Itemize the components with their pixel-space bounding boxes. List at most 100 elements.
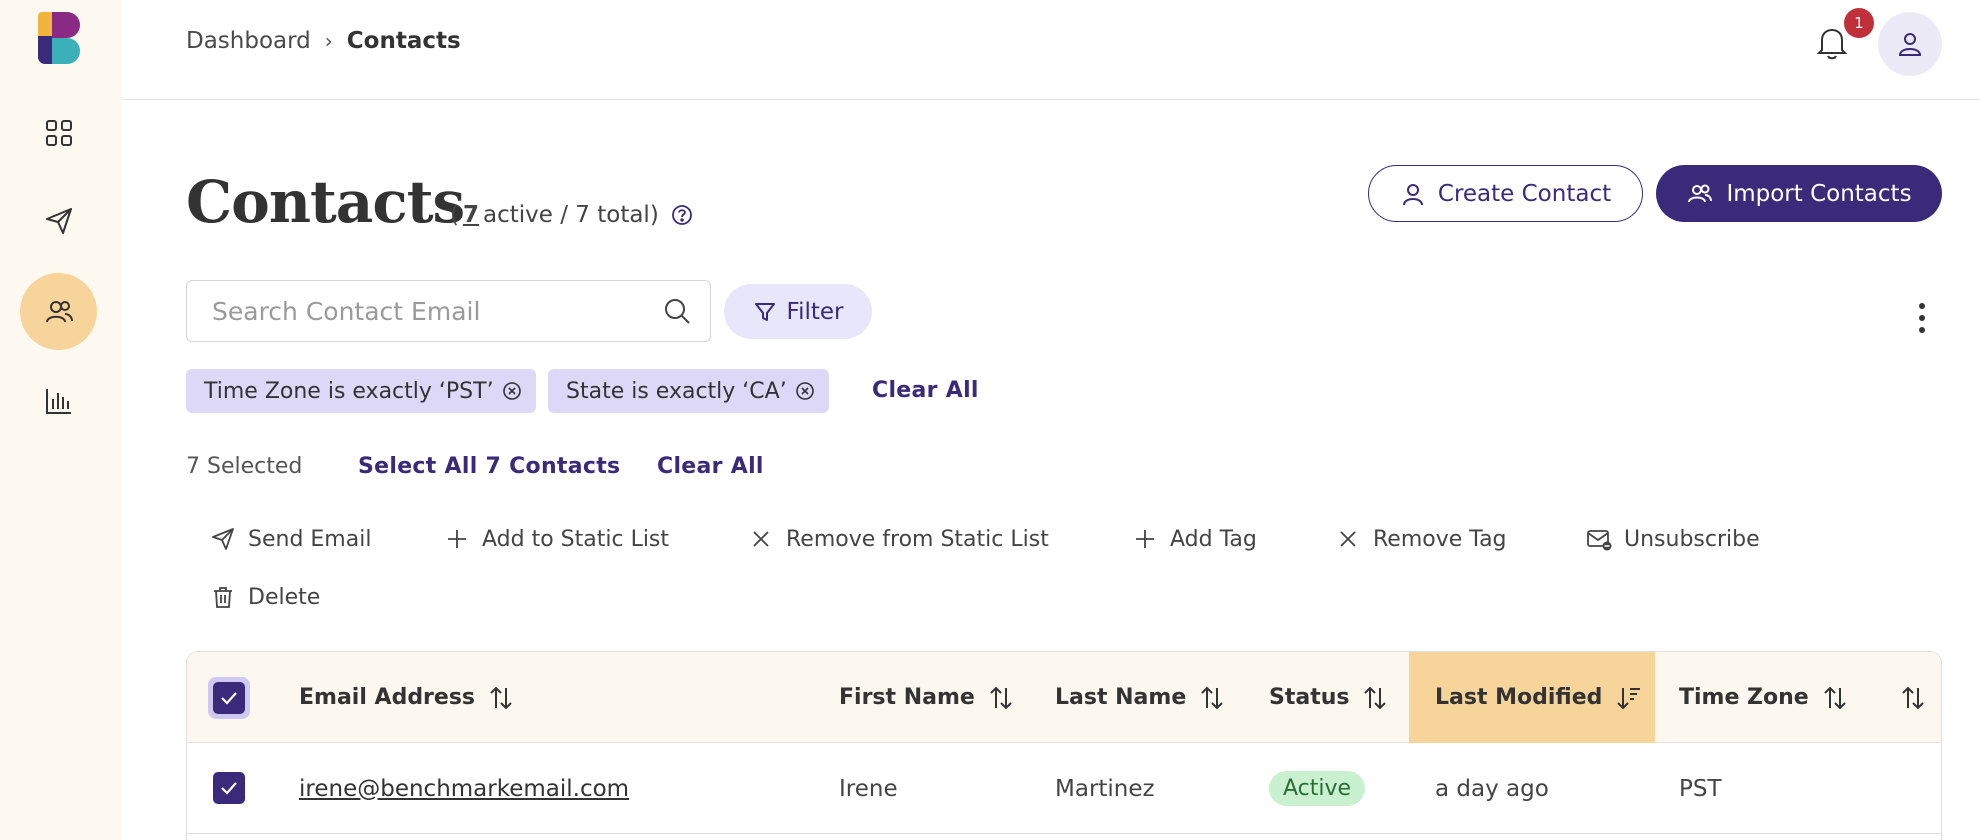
grid-icon — [45, 119, 72, 146]
count-prefix: ( — [450, 202, 459, 228]
plus-icon — [448, 530, 466, 548]
bar-chart-icon — [45, 388, 71, 414]
avatar[interactable] — [1878, 12, 1942, 76]
breadcrumb-dashboard-link[interactable]: Dashboard — [186, 28, 311, 54]
contact-count: (7 active / 7 total) — [450, 202, 693, 228]
search-input[interactable] — [212, 296, 662, 326]
sidebar-item-reports[interactable] — [20, 362, 97, 439]
remove-tag-action[interactable]: Remove Tag — [1335, 526, 1507, 552]
column-status-label: Status — [1269, 685, 1350, 710]
trash-icon — [214, 587, 232, 608]
column-email-label: Email Address — [299, 685, 476, 710]
sort-descending-icon — [1617, 687, 1641, 709]
clear-selection-link[interactable]: Clear All — [657, 454, 764, 479]
import-contacts-button[interactable]: Import Contacts — [1656, 165, 1942, 222]
remove-from-static-list-label: Remove from Static List — [786, 526, 1049, 552]
brand-logo[interactable] — [38, 12, 82, 64]
clear-filters-link[interactable]: Clear All — [872, 378, 979, 403]
sort-icon — [1364, 686, 1387, 709]
column-first-name-label: First Name — [839, 685, 975, 710]
select-all-checkbox[interactable] — [213, 682, 245, 714]
send-email-label: Send Email — [248, 526, 372, 552]
table-row[interactable]: irene@benchmarkemail.com Irene Martinez … — [187, 743, 1941, 834]
status-badge: Active — [1269, 771, 1366, 806]
sort-icon — [490, 686, 512, 709]
create-contact-button[interactable]: Create Contact — [1368, 165, 1643, 222]
table-header: Email Address First Name Last Name Statu… — [187, 652, 1941, 743]
cell-status: Active — [1269, 743, 1366, 834]
plus-icon — [1136, 530, 1154, 548]
sort-icon — [1902, 686, 1924, 709]
funnel-icon — [754, 302, 775, 321]
add-tag-label: Add Tag — [1170, 526, 1257, 552]
notification-badge: 1 — [1844, 8, 1874, 38]
active-count-link[interactable]: 7 — [463, 202, 479, 228]
remove-tag-label: Remove Tag — [1373, 526, 1507, 552]
column-last-modified-label: Last Modified — [1435, 685, 1603, 710]
mail-minus-icon — [1587, 530, 1612, 551]
column-time-zone-label: Time Zone — [1679, 685, 1809, 710]
import-contacts-label: Import Contacts — [1726, 180, 1912, 207]
breadcrumb: Dashboard › Contacts — [186, 28, 461, 54]
remove-circle-icon[interactable] — [795, 381, 815, 401]
sidebar-item-contacts[interactable] — [20, 273, 97, 350]
column-last-name[interactable]: Last Name — [1055, 652, 1255, 743]
sort-icon — [1823, 686, 1846, 709]
more-options-icon[interactable] — [1910, 300, 1934, 336]
delete-label: Delete — [248, 584, 321, 610]
column-more[interactable] — [1899, 652, 1939, 743]
users-icon — [45, 300, 73, 322]
filter-chip-state: State is exactly ‘CA’ — [548, 369, 829, 413]
close-icon — [753, 531, 769, 547]
select-all-link[interactable]: Select All 7 Contacts — [358, 454, 620, 479]
filter-chip-timezone: Time Zone is exactly ‘PST’ — [186, 369, 536, 413]
help-icon[interactable] — [671, 204, 693, 226]
check-icon — [221, 692, 237, 705]
page-title: Contacts — [186, 168, 465, 236]
send-icon — [212, 528, 234, 550]
sort-icon — [1201, 686, 1223, 709]
filter-chip-label: State is exactly ‘CA’ — [566, 378, 787, 404]
filter-label: Filter — [786, 298, 844, 325]
column-time-zone[interactable]: Time Zone — [1679, 652, 1879, 743]
sidebar-item-campaigns[interactable] — [20, 182, 97, 259]
column-last-name-label: Last Name — [1055, 685, 1187, 710]
contacts-table: Email Address First Name Last Name Statu… — [186, 651, 1942, 840]
unsubscribe-action[interactable]: Unsubscribe — [1586, 526, 1760, 552]
send-email-action[interactable]: Send Email — [210, 526, 371, 552]
close-icon — [1340, 531, 1356, 547]
row-checkbox[interactable] — [213, 772, 245, 804]
sort-icon — [990, 686, 1012, 709]
selected-count: 7 Selected — [186, 454, 303, 479]
contact-email-link[interactable]: irene@benchmarkemail.com — [299, 776, 629, 802]
add-to-static-list-label: Add to Static List — [482, 526, 670, 552]
breadcrumb-separator: › — [324, 29, 333, 53]
cell-time-zone: PST — [1679, 775, 1722, 802]
remove-circle-icon[interactable] — [502, 381, 522, 401]
column-status[interactable]: Status — [1269, 652, 1409, 743]
column-first-name[interactable]: First Name — [839, 652, 1049, 743]
sidebar-item-dashboard[interactable] — [20, 94, 97, 171]
cell-first-name: Irene — [839, 775, 898, 802]
cell-last-name: Martinez — [1055, 775, 1155, 802]
column-last-modified[interactable]: Last Modified — [1409, 652, 1655, 743]
delete-action[interactable]: Delete — [210, 584, 320, 610]
search-box — [186, 280, 711, 342]
top-header: Dashboard › Contacts 1 — [122, 0, 1980, 100]
add-tag-action[interactable]: Add Tag — [1132, 526, 1257, 552]
send-icon — [45, 207, 72, 234]
cell-last-modified: a day ago — [1435, 775, 1549, 802]
cell-email: irene@benchmarkemail.com — [299, 743, 629, 834]
check-icon — [221, 782, 237, 795]
sidebar — [0, 0, 122, 840]
search-icon[interactable] — [662, 296, 692, 326]
count-suffix: active / 7 total) — [483, 202, 659, 228]
user-icon — [1898, 33, 1922, 56]
breadcrumb-current: Contacts — [346, 28, 461, 54]
filter-button[interactable]: Filter — [724, 284, 872, 339]
users-icon — [1688, 184, 1713, 202]
filter-chip-label: Time Zone is exactly ‘PST’ — [204, 378, 494, 404]
column-email[interactable]: Email Address — [299, 652, 819, 743]
remove-from-static-list-action[interactable]: Remove from Static List — [748, 526, 1049, 552]
add-to-static-list-action[interactable]: Add to Static List — [444, 526, 669, 552]
